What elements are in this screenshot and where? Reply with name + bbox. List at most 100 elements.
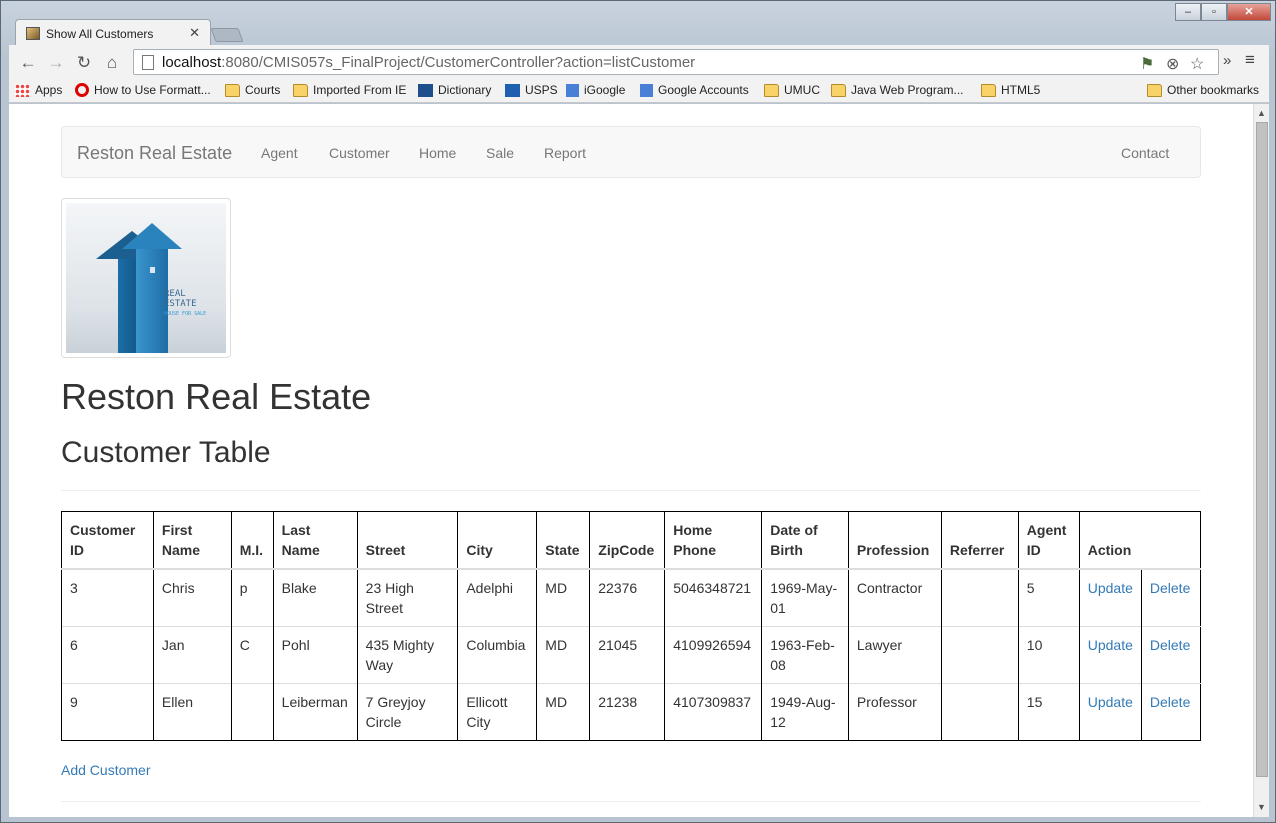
other-bookmarks[interactable]: Other bookmarks (1147, 83, 1259, 97)
reload-icon[interactable]: ↻ (73, 53, 95, 73)
extensions-chevron-icon[interactable]: » (1223, 52, 1231, 69)
section-title: Customer Table (61, 436, 271, 469)
zoom-icon[interactable]: ⊗ (1166, 54, 1179, 74)
google-icon (566, 83, 579, 97)
opera-icon (75, 83, 89, 97)
col-city: City (457, 511, 537, 570)
update-link[interactable]: Update (1088, 694, 1133, 710)
cell-phone: 5046348721 (664, 568, 762, 627)
home-icon[interactable]: ⌂ (101, 53, 123, 73)
maximize-button[interactable]: ▫ (1201, 3, 1227, 21)
folder-icon (225, 83, 240, 97)
cell-first: Jan (152, 626, 232, 684)
cell-profession: Contractor (847, 568, 942, 627)
navbar-brand[interactable]: Reston Real Estate (77, 143, 232, 164)
delete-link[interactable]: Delete (1150, 694, 1190, 710)
tab-close-icon[interactable]: ✕ (189, 25, 200, 41)
new-tab-button[interactable] (210, 28, 244, 42)
col-home-phone: Home Phone (664, 511, 762, 570)
cell-agent: 5 (1017, 568, 1080, 627)
bookmark-html5[interactable]: HTML5 (981, 83, 1040, 97)
cell-id: 3 (61, 568, 154, 627)
logo-thumbnail: REAL ESTATE HOUSE FOR SALE (61, 198, 231, 358)
nav-sale[interactable]: Sale (486, 145, 514, 161)
page-icon (142, 55, 154, 70)
close-window-button[interactable]: ✕ (1227, 3, 1271, 21)
usps-icon (505, 83, 520, 97)
divider (61, 801, 1201, 802)
cell-mi: p (230, 568, 274, 627)
arrow-shape (122, 223, 182, 249)
cell-agent: 15 (1017, 683, 1080, 741)
folder-icon (764, 83, 779, 97)
bookmark-usps[interactable]: USPS (505, 83, 558, 97)
vertical-scrollbar[interactable]: ▲ ▼ (1253, 104, 1269, 817)
table-row: 6 Jan C Pohl 435 Mighty Way Columbia MD … (61, 626, 1201, 684)
bookmark-google-accounts[interactable]: Google Accounts (640, 83, 749, 97)
cell-state: MD (536, 568, 590, 627)
col-profession: Profession (847, 511, 942, 570)
col-last-name: Last Name (272, 511, 358, 570)
nav-agent[interactable]: Agent (261, 145, 298, 161)
col-mi: M.I. (230, 511, 274, 570)
folder-icon (1147, 83, 1162, 97)
scrollbar-thumb[interactable] (1256, 122, 1268, 777)
cell-zip: 22376 (589, 568, 665, 627)
table-header-row: Customer ID First Name M.I. Last Name St… (61, 511, 1201, 570)
table-row: 3 Chris p Blake 23 High Street Adelphi M… (61, 568, 1201, 627)
cell-phone: 4107309837 (664, 683, 762, 741)
update-link[interactable]: Update (1088, 637, 1133, 653)
nav-customer[interactable]: Customer (329, 145, 390, 161)
nav-report[interactable]: Report (544, 145, 586, 161)
url-text: localhost:8080/CMIS057s_FinalProject/Cus… (162, 54, 696, 71)
tab-active[interactable]: Show All Customers ✕ (15, 19, 211, 46)
bookmark-courts[interactable]: Courts (225, 83, 280, 97)
update-link[interactable]: Update (1088, 580, 1133, 596)
flag-icon[interactable]: ⚑ (1140, 54, 1154, 74)
house-window (150, 267, 155, 273)
logo-text: REAL ESTATE HOUSE FOR SALE (164, 289, 207, 317)
cell-state: MD (536, 683, 590, 741)
scroll-up-icon[interactable]: ▲ (1257, 108, 1266, 118)
cell-id: 9 (61, 683, 154, 741)
nav-home[interactable]: Home (419, 145, 456, 161)
browser-toolbar: ← → ↻ ⌂ localhost:8080/CMIS057s_FinalPro… (9, 45, 1269, 79)
cell-update: Update (1078, 683, 1142, 741)
divider (61, 490, 1201, 491)
delete-link[interactable]: Delete (1150, 637, 1190, 653)
cell-mi: C (230, 626, 274, 684)
scroll-down-icon[interactable]: ▼ (1257, 802, 1266, 812)
address-bar[interactable]: localhost:8080/CMIS057s_FinalProject/Cus… (133, 49, 1219, 75)
bookmark-umuc[interactable]: UMUC (764, 83, 820, 97)
nav-contact[interactable]: Contact (1121, 145, 1169, 161)
cell-state: MD (536, 626, 590, 684)
bookmark-java-web[interactable]: Java Web Program... (831, 83, 964, 97)
real-estate-logo: REAL ESTATE HOUSE FOR SALE (66, 203, 226, 353)
cell-zip: 21238 (589, 683, 665, 741)
col-action: Action (1078, 511, 1201, 570)
cell-last: Pohl (272, 626, 358, 684)
apps-icon (15, 83, 30, 97)
add-customer-link[interactable]: Add Customer (61, 762, 150, 778)
bookmark-formatting[interactable]: How to Use Formatt... (75, 83, 211, 97)
cell-dob: 1969-May-01 (761, 568, 849, 627)
menu-icon[interactable]: ≡ (1245, 50, 1255, 70)
bookmark-imported-ie[interactable]: Imported From IE (293, 83, 406, 97)
cell-last: Blake (272, 568, 358, 627)
site-navbar: Reston Real Estate Agent Customer Home S… (61, 126, 1201, 178)
cell-update: Update (1078, 626, 1142, 684)
back-icon[interactable]: ← (17, 53, 39, 73)
forward-icon[interactable]: → (45, 53, 67, 73)
bookmark-igoogle[interactable]: iGoogle (566, 83, 625, 97)
star-icon[interactable]: ☆ (1190, 54, 1204, 74)
cell-profession: Lawyer (847, 626, 942, 684)
delete-link[interactable]: Delete (1150, 580, 1190, 596)
folder-icon (293, 83, 308, 97)
page-title: Reston Real Estate (61, 376, 372, 417)
col-first-name: First Name (152, 511, 232, 570)
minimize-button[interactable]: ‒ (1175, 3, 1201, 21)
dictionary-icon (418, 83, 433, 97)
bookmark-dictionary[interactable]: Dictionary (418, 83, 491, 97)
bookmark-apps[interactable]: Apps (15, 83, 62, 97)
cell-street: 23 High Street (356, 568, 458, 627)
